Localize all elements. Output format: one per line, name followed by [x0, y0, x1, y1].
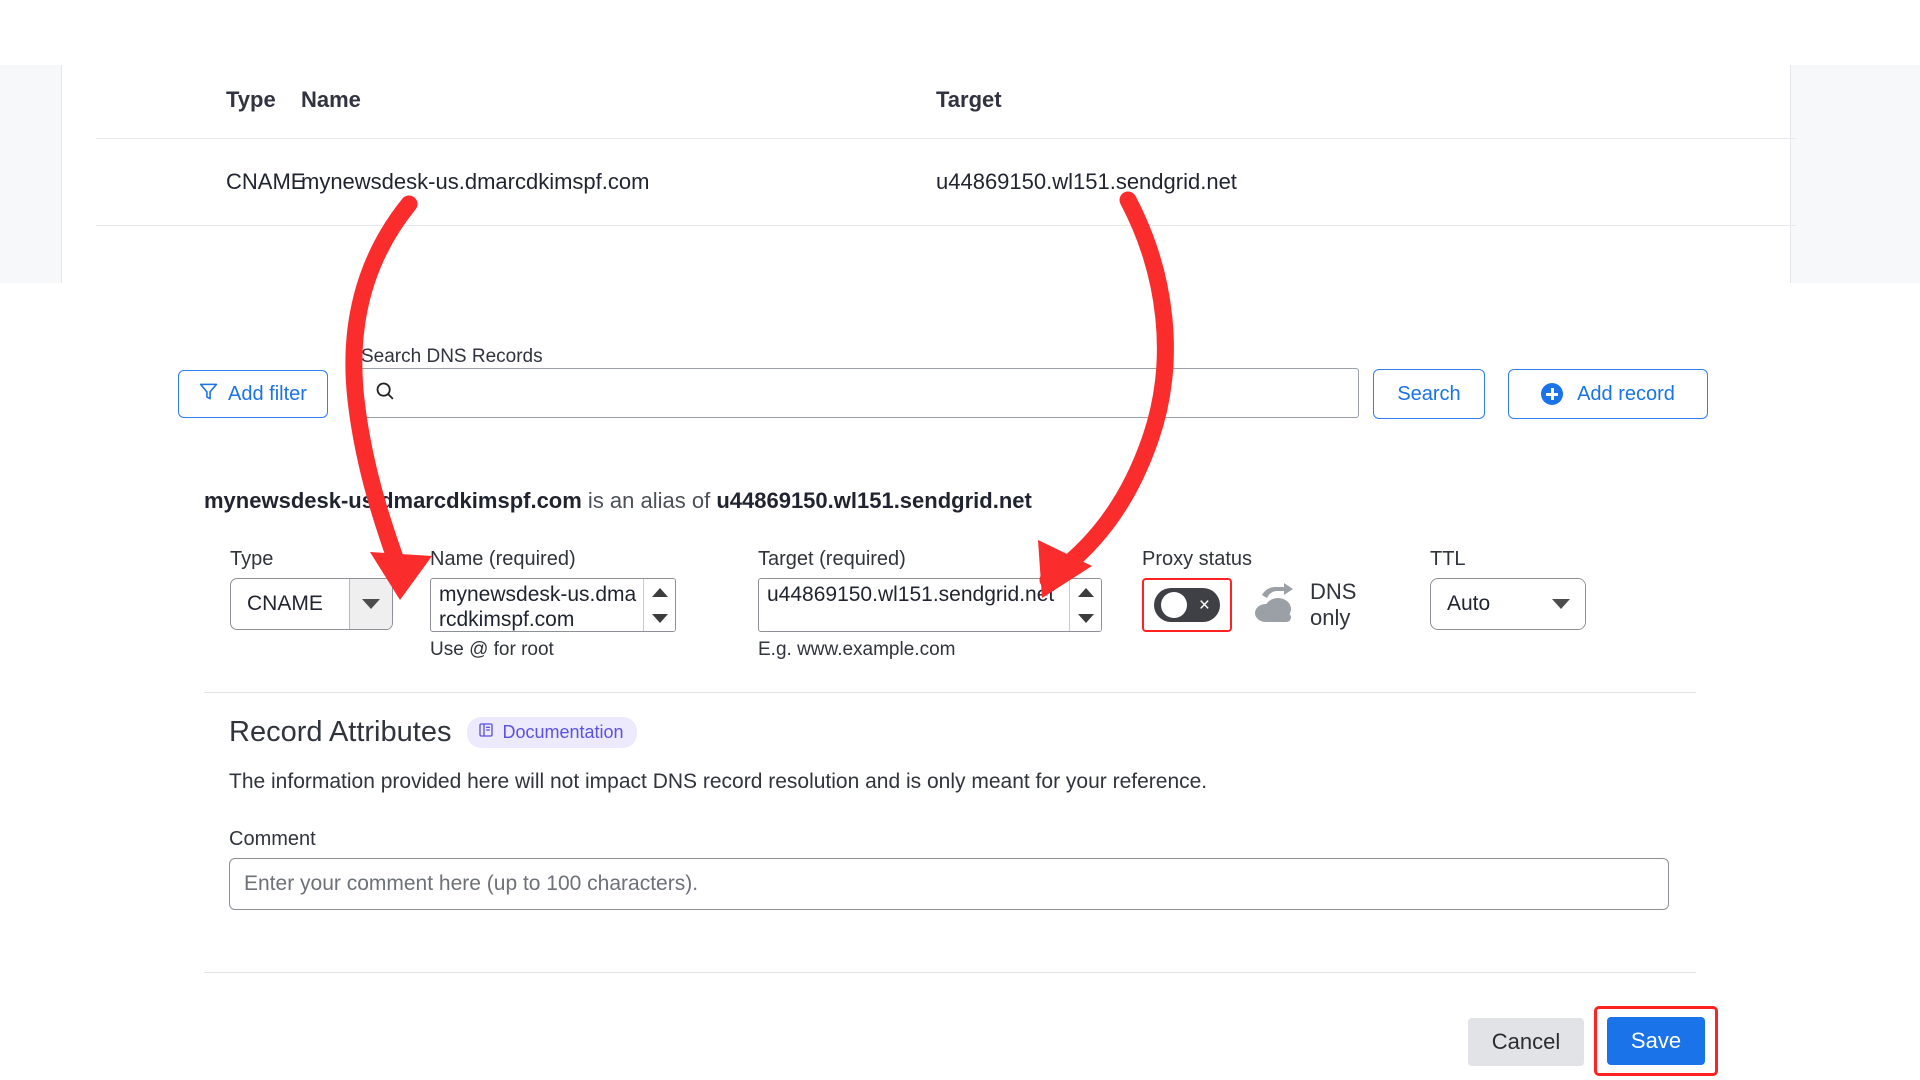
target-spinner-up[interactable] — [1070, 579, 1101, 605]
alias-record-name: mynewsdesk-us.dmarcdkimspf.com — [204, 488, 582, 513]
documentation-badge-label: Documentation — [502, 722, 624, 742]
name-spinner-down[interactable] — [644, 605, 675, 631]
record-attributes-description: The information provided here will not i… — [229, 770, 1208, 793]
page-title: Record Attributes — [229, 716, 452, 748]
field-ttl-label: TTL — [1430, 548, 1466, 570]
triangle-up-icon — [651, 587, 668, 597]
type-select[interactable]: CNAME — [230, 578, 393, 630]
plus-circle-icon — [1541, 383, 1564, 405]
divider-above-attributes — [204, 692, 1696, 693]
save-button-highlight: Save — [1594, 1006, 1718, 1076]
left-edge-panel — [0, 65, 62, 283]
column-header-target: Target — [936, 87, 1002, 112]
proxy-status-text: DNS only — [1310, 579, 1357, 630]
alias-record-target: u44869150.wl151.sendgrid.net — [716, 488, 1032, 513]
column-header-name: Name — [301, 87, 361, 112]
target-spinner-down[interactable] — [1070, 605, 1101, 631]
records-toolbar: Search DNS Records Add filter Search Add… — [178, 346, 1708, 420]
cell-target: u44869150.wl151.sendgrid.net — [936, 169, 1237, 194]
field-name: Name (required) mynewsdesk-us.dmarcdkims… — [430, 548, 676, 661]
search-button-label: Search — [1397, 382, 1461, 405]
cell-name: mynewsdesk-us.dmarcdkimspf.com — [301, 169, 650, 194]
name-spinner[interactable] — [643, 579, 675, 631]
field-proxy-label: Proxy status — [1142, 548, 1253, 570]
proxy-toggle-off-glyph: × — [1198, 594, 1210, 616]
comment-field-label: Comment — [229, 828, 316, 850]
field-target-label: Target (required) — [758, 548, 906, 570]
field-name-label: Name (required) — [430, 548, 576, 570]
name-spinner-up[interactable] — [644, 579, 675, 605]
target-spinner[interactable] — [1069, 579, 1101, 631]
proxy-toggle-knob — [1161, 592, 1187, 618]
documentation-badge[interactable]: Documentation — [467, 717, 637, 748]
type-select-value: CNAME — [247, 592, 323, 615]
field-proxy-status: Proxy status × DNS only — [1142, 548, 1356, 632]
proxy-toggle[interactable]: × — [1154, 588, 1220, 622]
type-select-arrow[interactable] — [349, 579, 392, 629]
triangle-down-icon — [651, 613, 668, 623]
field-type-label: Type — [230, 548, 274, 570]
triangle-down-icon — [1077, 613, 1094, 623]
ttl-select-arrow[interactable] — [1537, 579, 1585, 629]
ttl-select[interactable]: Auto — [1430, 578, 1586, 630]
dns-records-table: Type Name Target CNAME mynewsdesk-us.dma… — [96, 62, 1796, 226]
field-target: Target (required) u44869150.wl151.sendgr… — [758, 548, 1102, 661]
target-input-wrapper[interactable]: u44869150.wl151.sendgrid.net — [758, 578, 1102, 632]
cancel-button[interactable]: Cancel — [1468, 1018, 1584, 1066]
cloud-arrow-icon — [1244, 582, 1298, 628]
add-record-button[interactable]: Add record — [1508, 369, 1708, 419]
add-record-label: Add record — [1577, 382, 1675, 405]
funnel-icon — [199, 382, 218, 407]
search-field-label: Search DNS Records — [361, 346, 543, 367]
search-input[interactable] — [395, 371, 1358, 415]
table-divider-bottom — [96, 225, 1796, 226]
field-type: Type CNAME — [230, 548, 393, 630]
triangle-up-icon — [1077, 587, 1094, 597]
add-filter-button[interactable]: Add filter — [178, 370, 328, 418]
ttl-select-value: Auto — [1447, 592, 1491, 615]
caret-down-icon — [362, 599, 380, 609]
table-header-row: Type Name Target — [96, 62, 1796, 138]
right-edge-panel — [1790, 65, 1920, 283]
name-input-wrapper[interactable]: mynewsdesk-us.dmarcdkimspf.com — [430, 578, 676, 632]
divider-above-footer — [204, 972, 1696, 973]
search-button[interactable]: Search — [1373, 369, 1485, 419]
page-root: Type Name Target CNAME mynewsdesk-us.dma… — [0, 0, 1920, 1080]
add-filter-label: Add filter — [228, 382, 307, 405]
cell-type: CNAME — [226, 169, 306, 194]
target-input-value[interactable]: u44869150.wl151.sendgrid.net — [759, 579, 1069, 631]
comment-input[interactable] — [229, 858, 1669, 910]
table-row[interactable]: CNAME mynewsdesk-us.dmarcdkimspf.com u44… — [96, 139, 1796, 225]
proxy-toggle-highlight: × — [1142, 578, 1232, 632]
name-input-value[interactable]: mynewsdesk-us.dmarcdkimspf.com — [431, 579, 643, 631]
record-attributes-heading: Record Attributes Documentation — [229, 716, 637, 749]
caret-down-icon — [1552, 599, 1570, 609]
book-icon — [478, 722, 494, 743]
alias-description: mynewsdesk-us.dmarcdkimspf.com is an ali… — [204, 488, 1032, 514]
field-target-hint: E.g. www.example.com — [758, 639, 956, 660]
field-name-hint: Use @ for root — [430, 639, 554, 660]
column-header-type: Type — [226, 87, 276, 112]
field-ttl: TTL Auto — [1430, 548, 1586, 630]
search-icon — [374, 380, 395, 406]
save-button[interactable]: Save — [1607, 1017, 1705, 1065]
alias-middle-text: is an alias of — [581, 488, 717, 513]
search-dns-records-box[interactable] — [359, 368, 1359, 418]
